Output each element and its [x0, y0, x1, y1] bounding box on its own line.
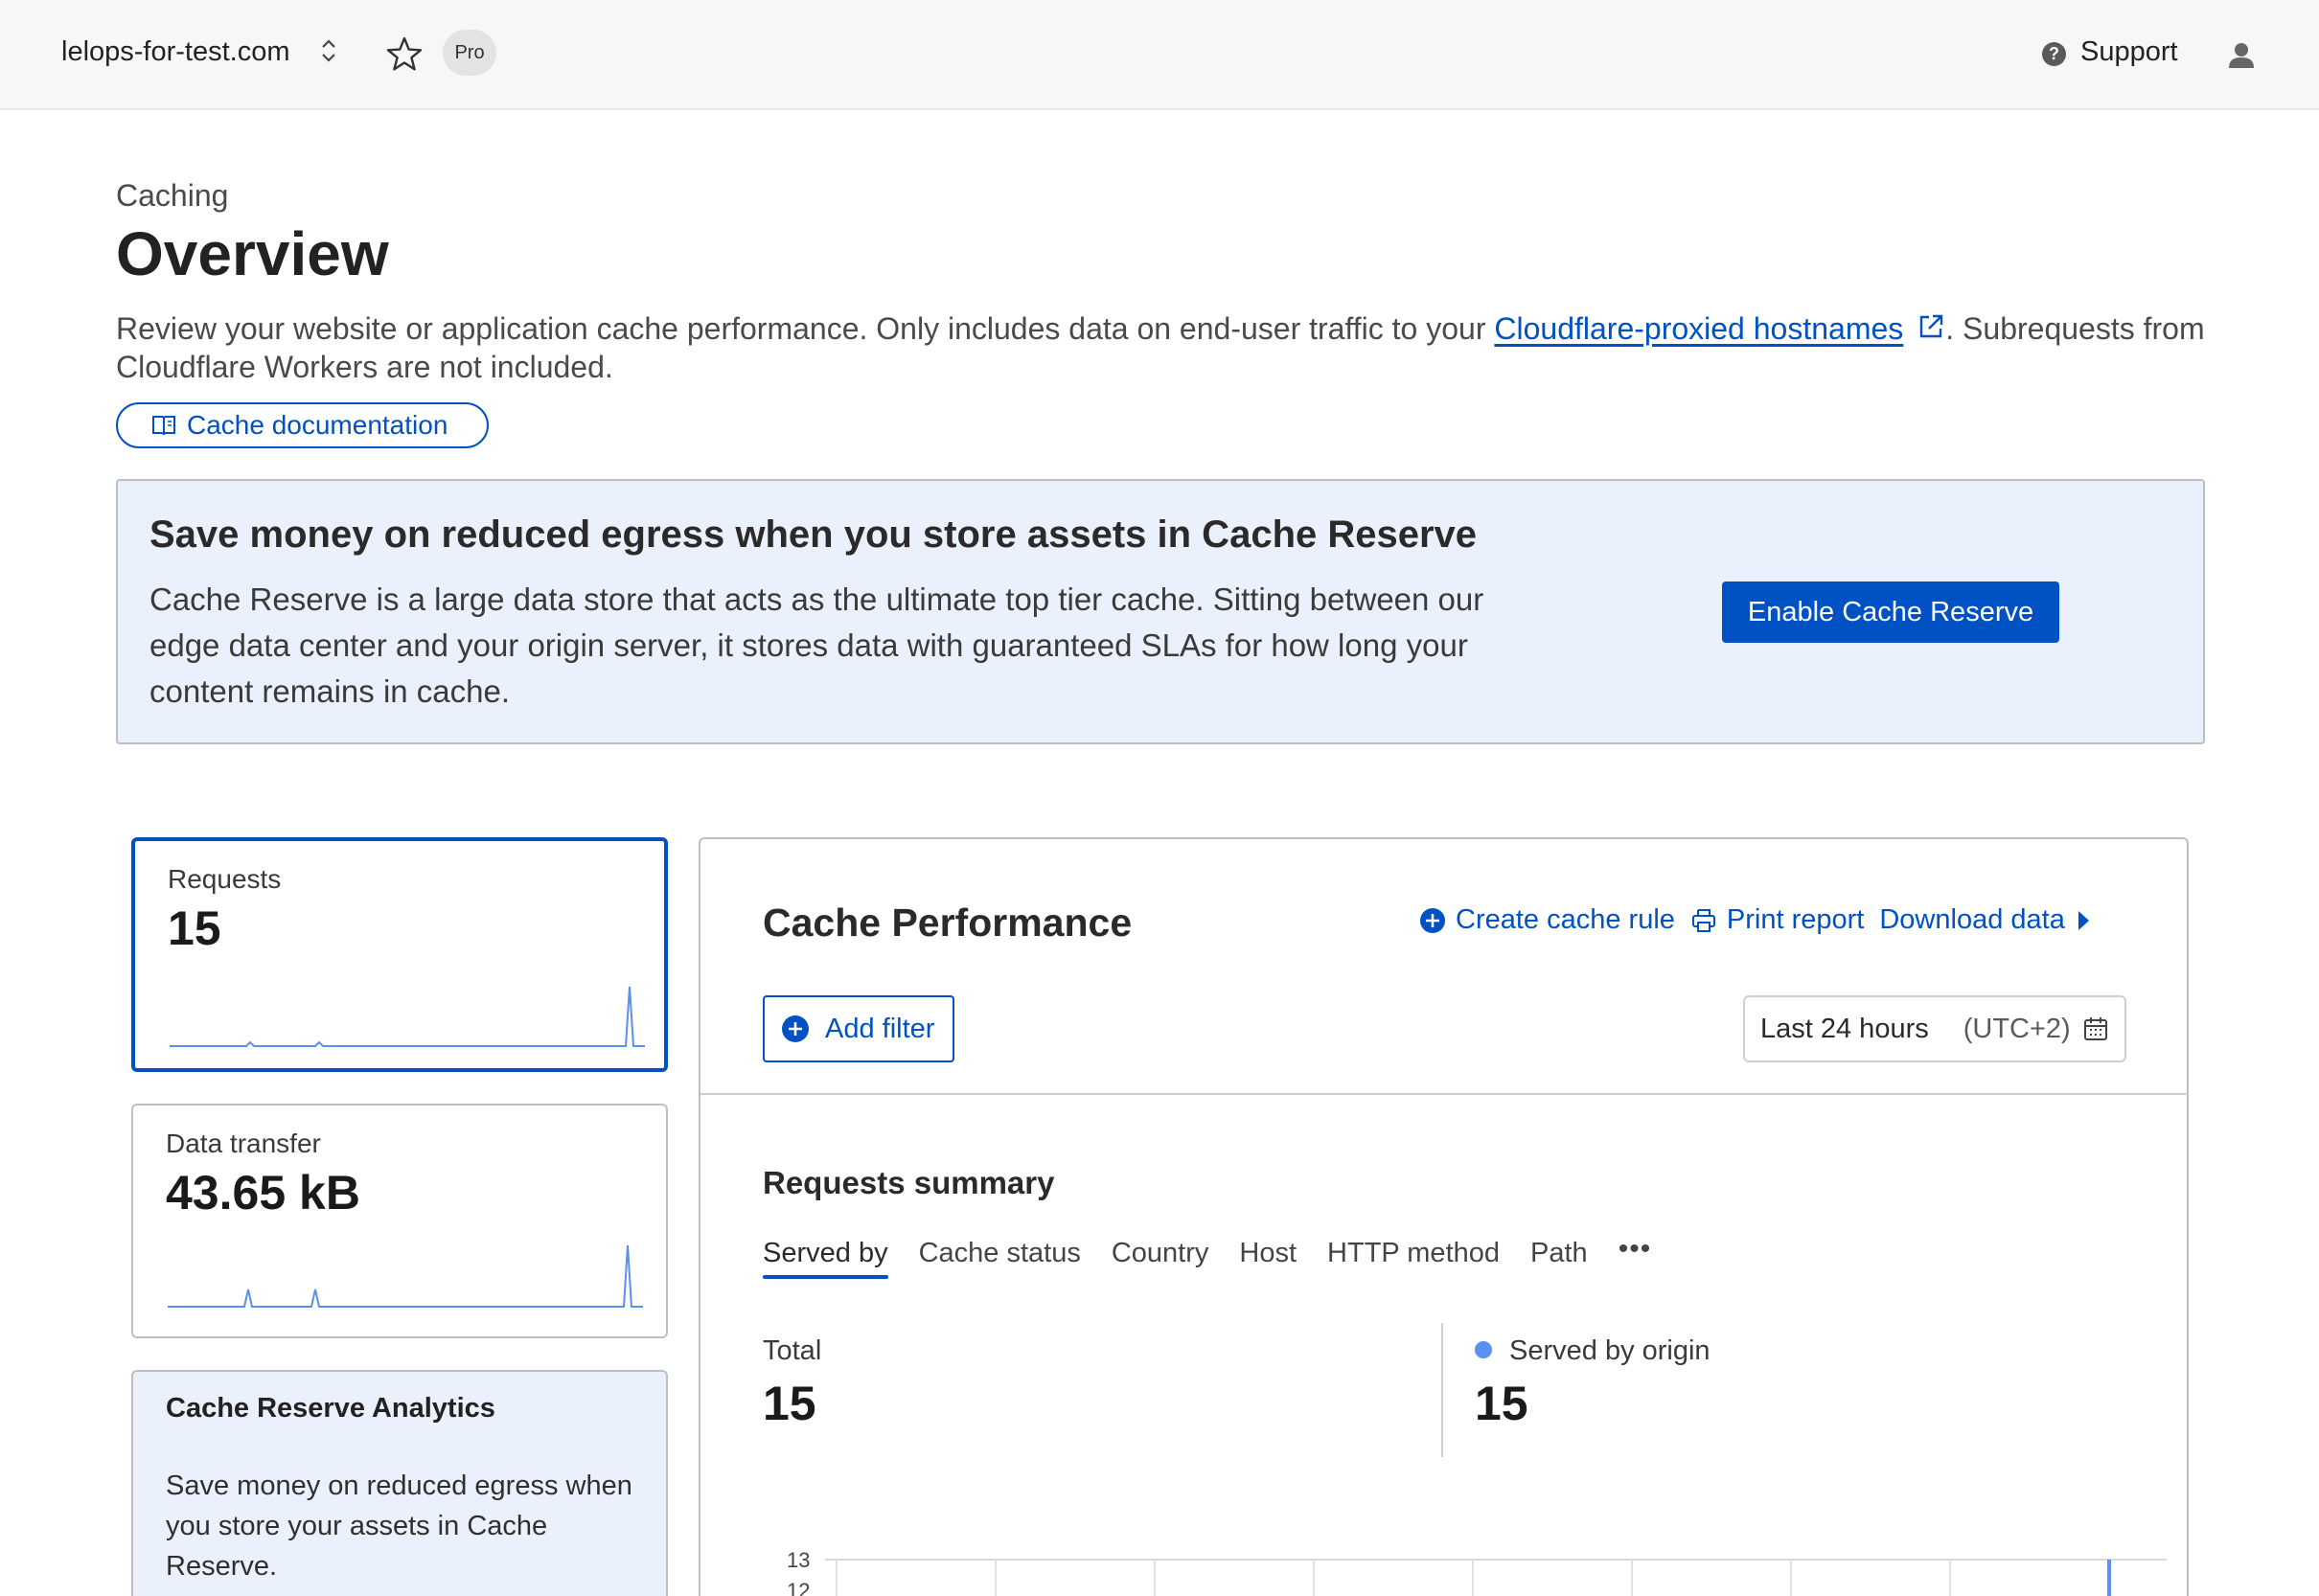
time-range-value: Last 24 hours: [1760, 1013, 1929, 1044]
star-icon[interactable]: [385, 35, 424, 74]
cache-documentation-button[interactable]: Cache documentation: [116, 402, 489, 448]
page-description: Review your website or application cache…: [116, 309, 2224, 386]
add-filter-label: Add filter: [825, 1013, 935, 1044]
plan-badge: Pro: [443, 30, 496, 76]
summary-tabs: Served by Cache status Country Host HTTP…: [763, 1235, 1652, 1279]
metric-value: 15: [168, 901, 221, 955]
create-cache-rule-link[interactable]: Create cache rule: [1419, 904, 1675, 936]
description-text: Review your website or application cache…: [116, 311, 1495, 346]
y-tick-label: 12: [787, 1579, 810, 1596]
external-link-icon[interactable]: [1917, 312, 1945, 341]
add-filter-button[interactable]: Add filter: [763, 995, 954, 1062]
print-report-label: Print report: [1726, 904, 1865, 935]
download-data-link[interactable]: Download data: [1879, 904, 2104, 936]
tab-host[interactable]: Host: [1239, 1238, 1297, 1279]
enable-cache-reserve-button[interactable]: Enable Cache Reserve: [1722, 581, 2059, 643]
calendar-icon: [2083, 1017, 2107, 1040]
chevron-up-down-icon[interactable]: [318, 34, 339, 67]
total-value: 15: [763, 1377, 816, 1430]
time-range-select[interactable]: Last 24 hours (UTC+2): [1743, 995, 2126, 1062]
proxied-hostnames-link[interactable]: Cloudflare-proxied hostnames: [1494, 311, 1903, 346]
print-report-link[interactable]: Print report: [1690, 904, 1864, 936]
plus-circle-icon: [782, 1015, 809, 1042]
caret-right-icon: [2078, 910, 2089, 930]
support-link[interactable]: Support: [2080, 36, 2178, 68]
timezone-label: (UTC+2): [1963, 1013, 2071, 1044]
requests-chart: 1312: [787, 1548, 2167, 1596]
tab-path[interactable]: Path: [1530, 1238, 1588, 1279]
origin-legend-dot: [1475, 1341, 1492, 1358]
cache-reserve-card-title: Cache Reserve Analytics: [166, 1393, 495, 1424]
panel-divider: [700, 1093, 2187, 1095]
more-tabs-icon[interactable]: •••: [1619, 1235, 1652, 1279]
data-transfer-sparkline: [168, 1244, 643, 1308]
cache-documentation-label: Cache documentation: [187, 410, 448, 440]
data-transfer-metric-card[interactable]: Data transfer 43.65 kB: [131, 1104, 668, 1338]
tab-cache-status[interactable]: Cache status: [919, 1238, 1081, 1279]
banner-body: Cache Reserve is a large data store that…: [149, 581, 1484, 709]
book-icon: [152, 416, 175, 436]
page-title: Overview: [116, 219, 389, 288]
tab-http-method[interactable]: HTTP method: [1327, 1238, 1500, 1279]
cache-reserve-analytics-card[interactable]: Cache Reserve Analytics Save money on re…: [131, 1370, 668, 1596]
served-by-origin-label: Served by origin: [1475, 1335, 1711, 1367]
stat-divider: [1441, 1323, 1443, 1457]
panel-title: Cache Performance: [763, 901, 1133, 945]
banner-title: Save money on reduced egress when you st…: [149, 513, 1478, 556]
requests-metric-card[interactable]: Requests 15: [131, 837, 668, 1072]
plus-circle-icon: [1420, 907, 1445, 933]
download-data-label: Download data: [1879, 904, 2065, 935]
cache-reserve-card-body: Save money on reduced egress when you st…: [166, 1471, 632, 1582]
help-icon[interactable]: ?: [2042, 42, 2066, 66]
breadcrumb: Caching: [116, 178, 229, 213]
top-bar: lelops-for-test.com Pro ? Support: [0, 0, 2319, 110]
tab-served-by[interactable]: Served by: [763, 1238, 888, 1279]
origin-value: 15: [1475, 1377, 1528, 1430]
panel-actions: Create cache rule Print report Download …: [1419, 904, 2121, 936]
cache-performance-panel: Cache Performance Create cache rule Prin…: [699, 837, 2189, 1596]
y-tick-label: 13: [787, 1548, 810, 1572]
cache-reserve-banner: Save money on reduced egress when you st…: [116, 479, 2205, 744]
domain-selector[interactable]: lelops-for-test.com: [61, 36, 290, 68]
origin-label-text: Served by origin: [1509, 1335, 1711, 1366]
metric-label: Data transfer: [166, 1129, 321, 1158]
chart-bar: [2107, 1560, 2111, 1596]
metric-value: 43.65 kB: [166, 1166, 360, 1220]
tab-country[interactable]: Country: [1112, 1238, 1209, 1279]
requests-sparkline: [170, 986, 645, 1047]
total-label: Total: [763, 1335, 822, 1366]
user-icon[interactable]: [2227, 40, 2256, 69]
metric-label: Requests: [168, 864, 282, 894]
create-cache-rule-label: Create cache rule: [1456, 904, 1675, 935]
requests-summary-title: Requests summary: [763, 1165, 1055, 1200]
printer-icon: [1691, 908, 1715, 932]
